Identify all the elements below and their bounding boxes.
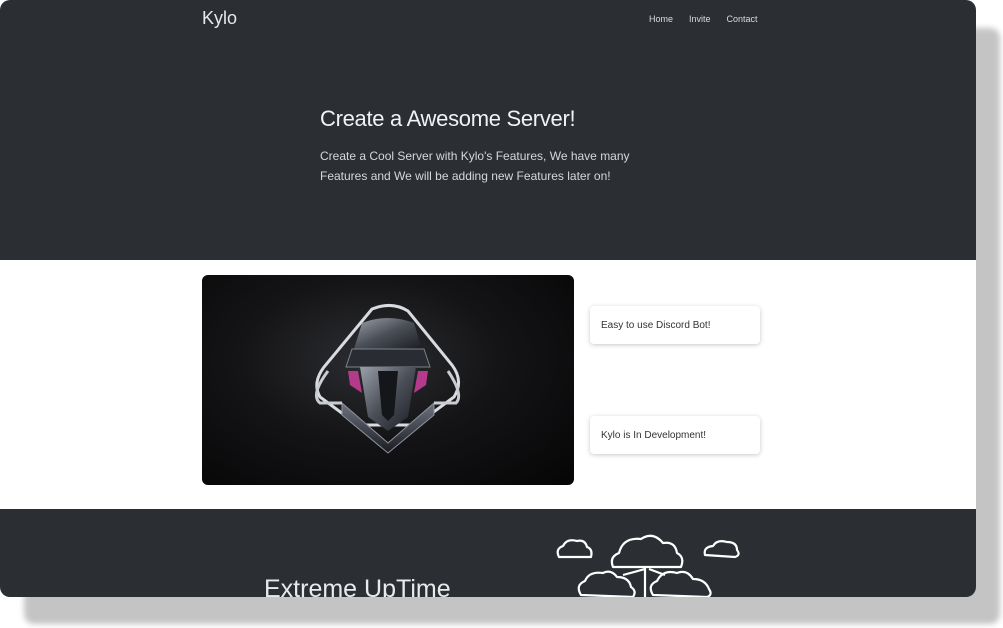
hero-subtitle: Create a Cool Server with Kylo's Feature…: [320, 149, 630, 183]
feature-card-development: Kylo is In Development!: [590, 416, 760, 454]
nav-invite[interactable]: Invite: [689, 14, 711, 24]
features-section: Easy to use Discord Bot! Kylo is In Deve…: [0, 260, 976, 509]
feature-card-easy: Easy to use Discord Bot!: [590, 306, 760, 344]
cloud-network-icon: [556, 534, 740, 597]
brand-logo[interactable]: Kylo: [202, 8, 237, 29]
kylo-helmet-icon: [314, 304, 461, 454]
nav-contact[interactable]: Contact: [727, 14, 758, 24]
hero-title: Create a Awesome Server!: [320, 106, 576, 131]
hero-section: Kylo Home Invite Contact Create a Awesom…: [0, 0, 976, 260]
nav-home[interactable]: Home: [649, 14, 673, 24]
top-nav: Home Invite Contact: [649, 14, 758, 24]
kylo-image: [202, 275, 574, 485]
browser-window: Kylo Home Invite Contact Create a Awesom…: [0, 0, 976, 597]
uptime-title: Extreme UpTime: [264, 575, 451, 597]
uptime-section: Extreme UpTime: [0, 509, 976, 597]
